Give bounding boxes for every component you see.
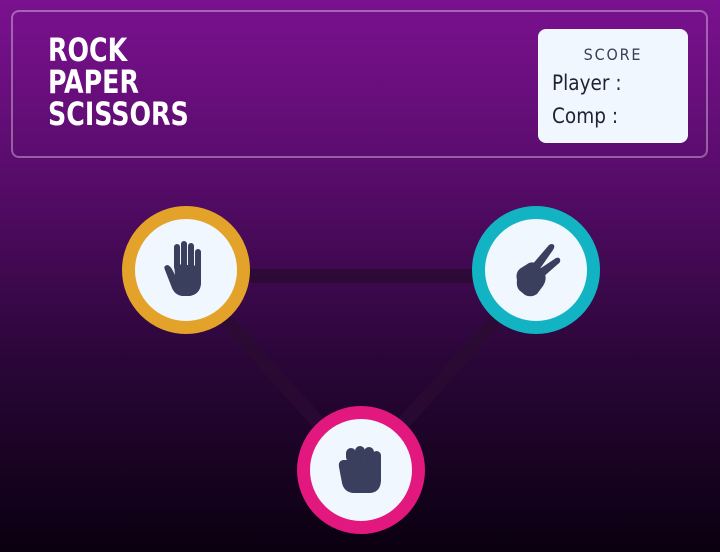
hand-paper-icon — [164, 241, 201, 296]
paper-choice-button[interactable] — [122, 206, 250, 334]
rock-choice-button[interactable] — [297, 406, 425, 534]
scissors-choice-button[interactable] — [472, 206, 600, 334]
hand-scissors-icon — [516, 244, 561, 297]
hand-rock-icon — [338, 446, 381, 493]
